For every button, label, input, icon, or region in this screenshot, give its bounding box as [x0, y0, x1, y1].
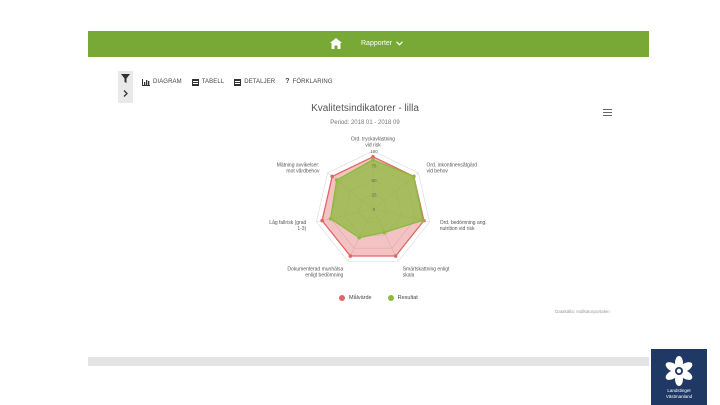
data-point	[382, 230, 387, 235]
category-label: Dokumenterad munhälsa enligt bedömning	[287, 267, 343, 279]
category-label: Smärtskattning enligt skala	[403, 267, 450, 279]
data-point	[357, 235, 361, 240]
radar-chart: 0255075100Ord. tryckavlastning vid riskOr…	[269, 137, 487, 279]
legend-item-malvarde[interactable]: Målvärde	[339, 295, 372, 301]
data-point	[328, 216, 333, 221]
legend-label: Resultat	[397, 295, 418, 301]
organization-logo: Landstinget Västmanland	[651, 349, 707, 405]
category-label: Mätning avvikelser: mot vårdbehov	[277, 162, 320, 174]
category-label: Ord. inkontinensåtgärd vid behov	[427, 161, 478, 174]
chart-legend: Målvärde Resultat	[339, 295, 418, 301]
data-point	[420, 218, 425, 223]
data-point	[412, 174, 416, 179]
radial-tick-label: 75	[371, 164, 377, 169]
category-label: Ord. bedömning ang. nutrition vid risk	[440, 220, 487, 232]
data-point	[320, 218, 324, 223]
category-label: Låg fallrisk (grad 1-3)	[269, 219, 306, 232]
logo-line-1: Landstinget	[667, 388, 691, 393]
logo-line-2: Västmanland	[665, 394, 693, 399]
category-label: Ord. tryckavlastning vid risk	[351, 137, 395, 149]
radial-tick-label: 25	[371, 193, 377, 198]
data-point	[348, 254, 353, 258]
data-point	[371, 157, 375, 162]
radial-tick-label: 50	[371, 178, 377, 183]
legend-marker	[339, 295, 345, 301]
legend-item-resultat[interactable]: Resultat	[387, 295, 418, 301]
data-point	[393, 254, 398, 258]
horizontal-scrollbar[interactable]	[88, 357, 649, 366]
legend-marker	[387, 295, 394, 301]
data-point	[330, 174, 334, 179]
chart-credit: Datakälla: Indikatorportalen	[555, 309, 610, 314]
legend-label: Målvärde	[349, 295, 372, 301]
data-point	[334, 178, 339, 182]
radial-tick-label: 100	[370, 149, 378, 154]
